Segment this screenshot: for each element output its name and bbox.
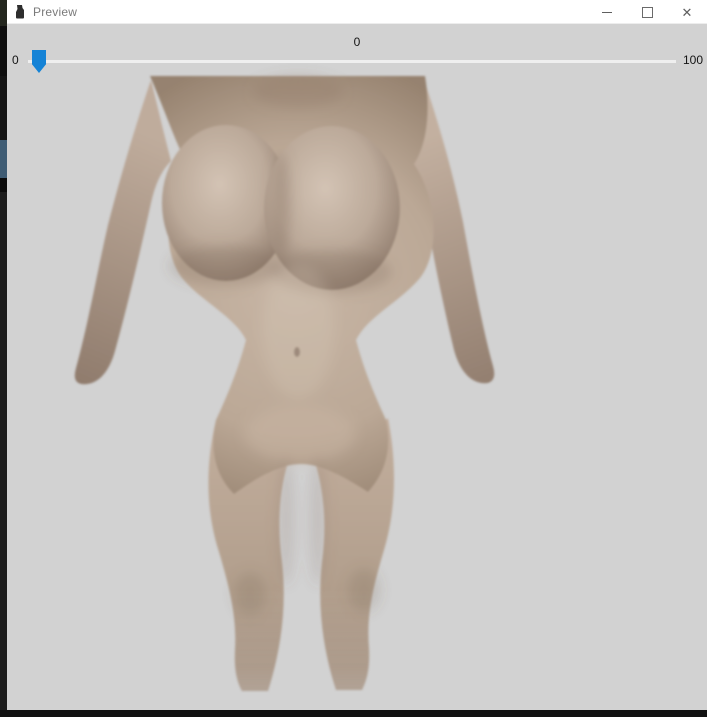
close-icon: ✕ bbox=[681, 4, 693, 20]
window-title: Preview bbox=[33, 4, 78, 19]
slider-track[interactable] bbox=[28, 60, 676, 63]
window-controls: ✕ bbox=[587, 0, 707, 23]
preview-window: Preview ✕ 0 0 100 bbox=[7, 0, 707, 710]
maximize-icon bbox=[641, 6, 653, 18]
desktop-edge-segment bbox=[0, 178, 7, 192]
desktop-edge-segment-blue bbox=[0, 140, 7, 178]
minimize-button[interactable] bbox=[587, 0, 627, 24]
desktop-edge-bottom bbox=[0, 710, 707, 717]
figure-chest-left bbox=[162, 125, 290, 281]
maximize-button[interactable] bbox=[627, 0, 667, 24]
slider-value-label: 0 bbox=[353, 35, 361, 49]
window-titlebar[interactable]: Preview ✕ bbox=[7, 0, 707, 24]
desktop-edge-left bbox=[0, 0, 7, 717]
figure-right-leg bbox=[313, 418, 394, 690]
minimize-icon bbox=[602, 11, 612, 13]
close-button[interactable]: ✕ bbox=[667, 0, 707, 24]
figure-chest-right bbox=[264, 126, 400, 290]
desktop-edge-segment bbox=[0, 0, 7, 26]
slider-max-label: 100 bbox=[682, 53, 703, 67]
figure-navel bbox=[294, 347, 300, 357]
screen: Preview ✕ 0 0 100 bbox=[0, 0, 707, 717]
desktop-edge-segment bbox=[0, 26, 7, 76]
slider-min-label: 0 bbox=[12, 53, 19, 67]
figure-left-leg bbox=[208, 420, 290, 691]
desktop-edge-segment bbox=[0, 192, 7, 710]
figure-shading bbox=[170, 76, 392, 616]
figure-3d-model bbox=[74, 76, 495, 691]
figure-right-arm bbox=[404, 80, 495, 384]
figure-torso bbox=[150, 76, 434, 494]
slider-handle[interactable] bbox=[32, 50, 46, 73]
figure-left-arm bbox=[74, 80, 171, 385]
app-icon bbox=[16, 4, 24, 18]
model-viewport[interactable]: 0 0 100 bbox=[7, 24, 707, 710]
